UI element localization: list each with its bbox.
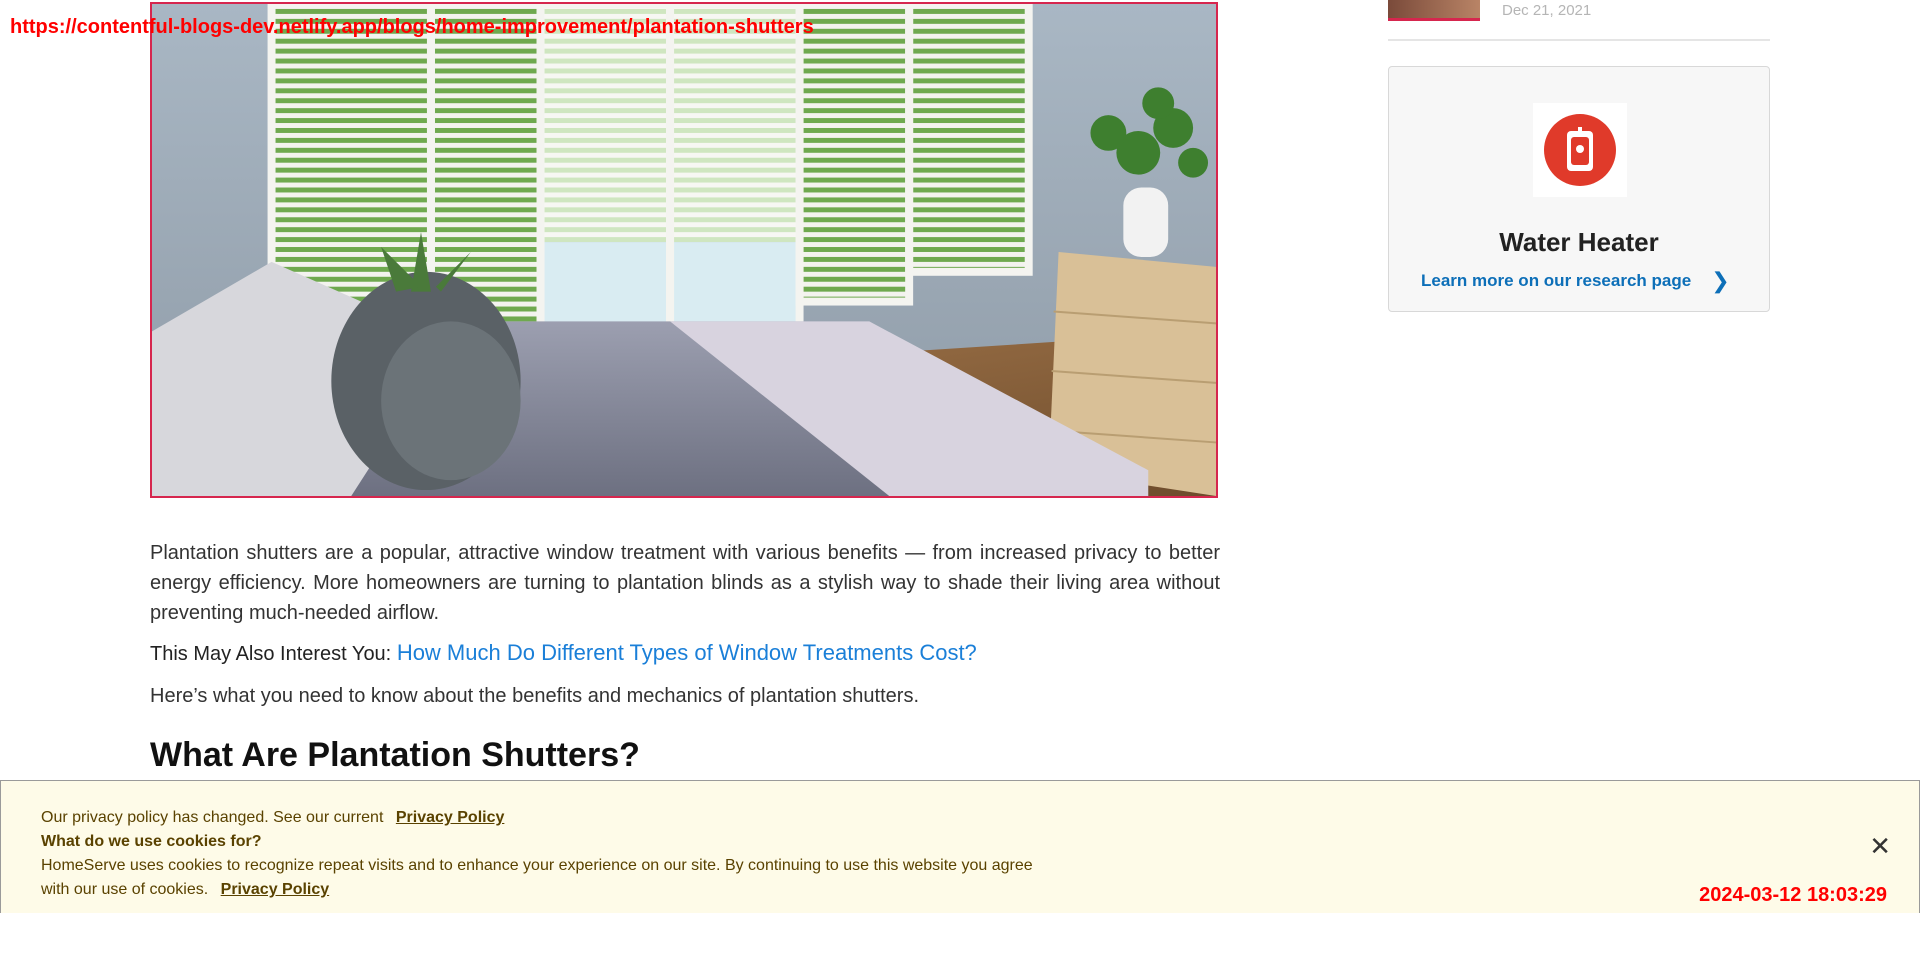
water-heater-card[interactable]: Water Heater Learn more on our research … [1388,66,1770,312]
cookie-question: What do we use cookies for? [41,833,262,850]
bedroom-shutters-illustration [152,4,1216,496]
card-title: Water Heater [1499,227,1659,257]
page-bottom-area [0,913,1920,963]
related-post-thumbnail[interactable] [1388,0,1480,21]
also-interest-lead: This May Also Interest You: [150,643,392,665]
research-page-link[interactable]: Learn more on our research page ❯ [1421,270,1730,292]
timestamp-overlay: 2024-03-12 18:03:29 [1699,884,1887,906]
privacy-changed-text: Our privacy policy has changed. See our … [41,809,384,826]
cookie-body: HomeServe uses cookies to recognize repe… [41,857,1033,898]
privacy-policy-link-2[interactable]: Privacy Policy [221,881,330,898]
close-icon[interactable]: ✕ [1869,833,1891,859]
cookie-text: Our privacy policy has changed. See our … [41,806,1041,902]
research-page-link-label: Learn more on our research page [1421,271,1692,290]
cookie-banner: Our privacy policy has changed. See our … [0,780,1920,913]
url-overlay: https://contentful-blogs-dev.netlify.app… [10,16,814,38]
chevron-right-icon: ❯ [1711,268,1730,293]
related-post-date: Dec 21, 2021 [1502,2,1592,19]
what-to-know-paragraph: Here’s what you need to know about the b… [150,685,920,707]
also-interest: This May Also Interest You: How Much Do … [150,638,1220,669]
privacy-policy-link-1[interactable]: Privacy Policy [396,809,505,826]
hero-image [150,2,1218,498]
window-treatments-cost-link[interactable]: How Much Do Different Types of Window Tr… [397,640,977,665]
intro-paragraph: Plantation shutters are a popular, attra… [150,542,1220,624]
water-heater-icon [1533,103,1627,197]
sidebar-divider [1388,39,1770,41]
section-heading: What Are Plantation Shutters? [150,736,640,774]
related-post-item[interactable]: Dec 21, 2021 [1388,0,1770,40]
article-body: Plantation shutters are a popular, attra… [150,538,1220,775]
